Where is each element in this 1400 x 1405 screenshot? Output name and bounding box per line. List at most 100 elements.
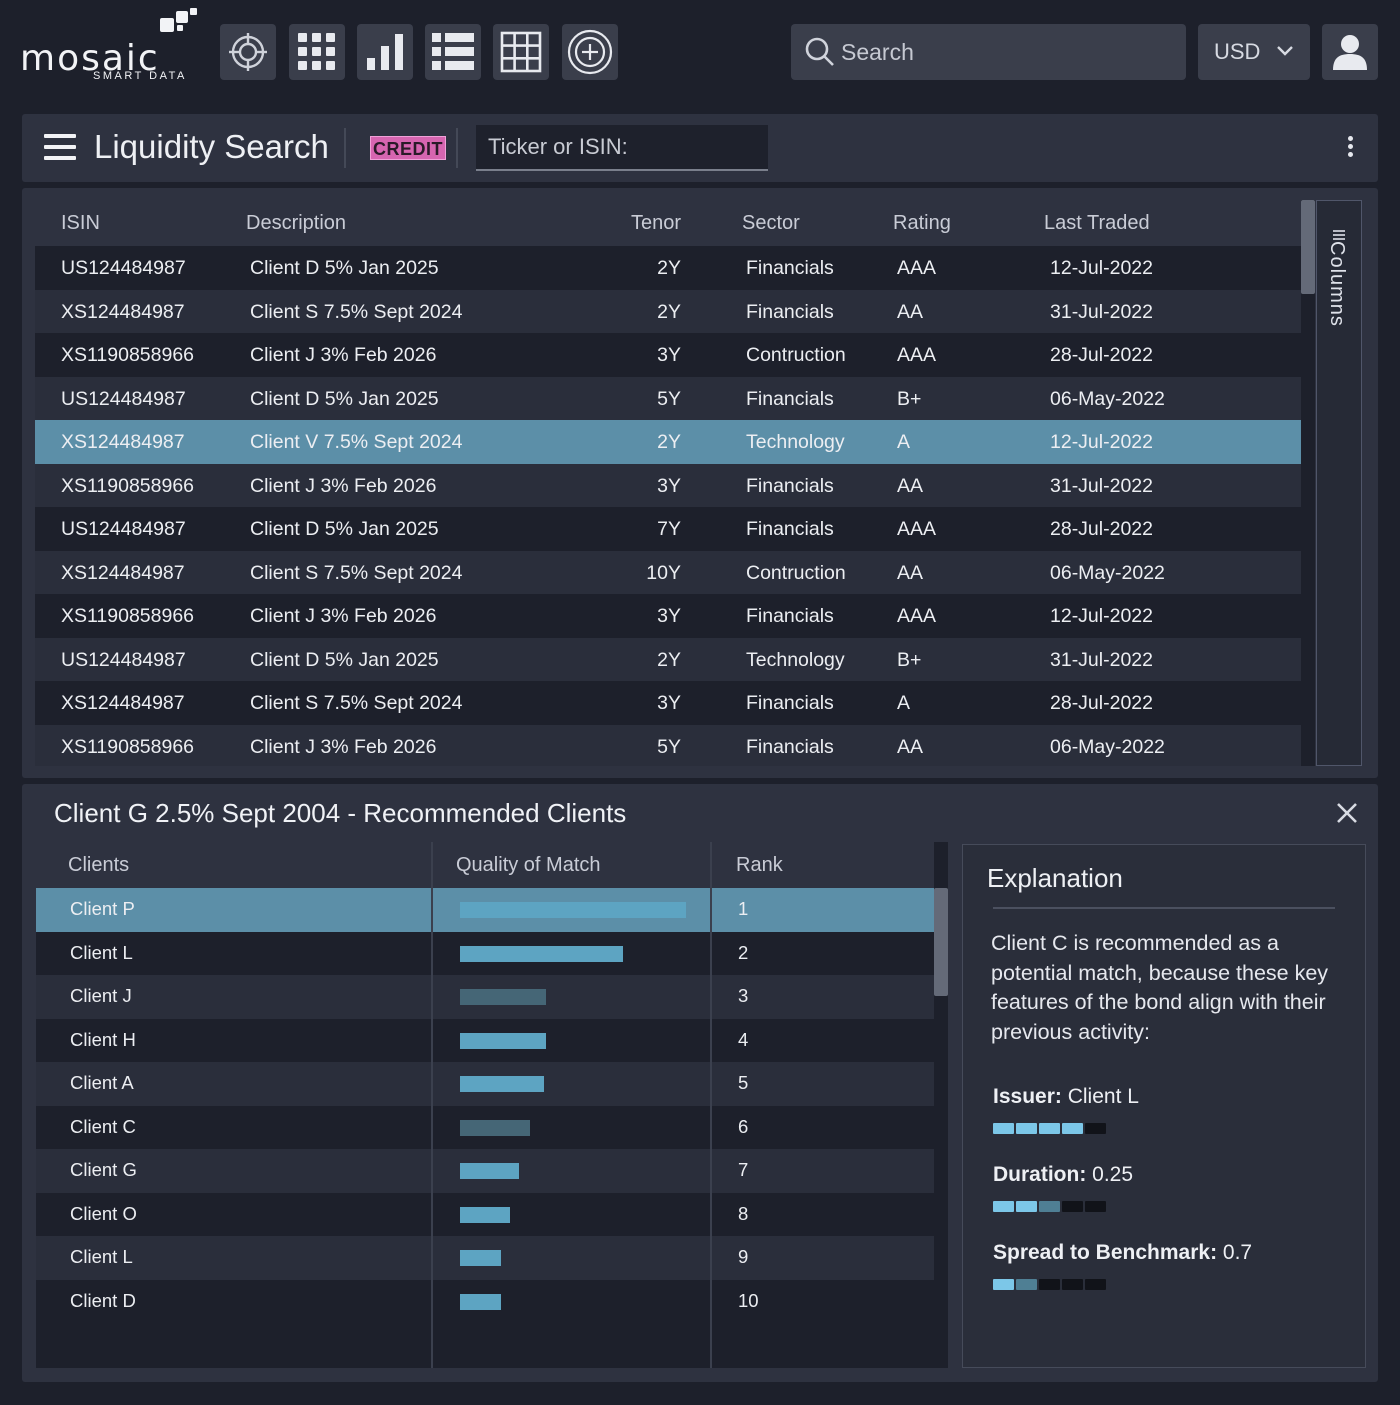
currency-select[interactable]: USD xyxy=(1198,24,1310,80)
clients-table: Clients Quality of Match Rank Client P1C… xyxy=(36,842,948,1368)
cell-isin: XS124484987 xyxy=(61,300,185,323)
feature-value: 0.25 xyxy=(1092,1163,1134,1186)
bond-row[interactable]: US124484987 Client D 5% Jan 2025 5Y Financi… xyxy=(35,376,1301,420)
strength-pip xyxy=(1016,1201,1037,1212)
cell-last-traded: 06-May-2022 xyxy=(1050,735,1165,758)
table-icon xyxy=(500,31,542,73)
cell-client-name: Client P xyxy=(70,898,135,919)
feature-value: Client L xyxy=(1067,1085,1139,1108)
quality-match-bar xyxy=(460,1293,501,1310)
cell-isin: XS124484987 xyxy=(61,431,185,453)
client-row[interactable]: Client D 10 xyxy=(36,1279,948,1323)
credit-badge: CREDIT xyxy=(370,136,446,160)
strength-pip xyxy=(1016,1279,1037,1290)
bond-row[interactable]: US124484987 Client D 5% Jan 2025 2Y Financi… xyxy=(35,246,1301,290)
cell-client-name: Client C xyxy=(70,1115,136,1137)
strength-pip xyxy=(1062,1123,1083,1134)
column-header-tenor[interactable]: Tenor xyxy=(631,212,681,235)
column-header-description[interactable]: Description xyxy=(246,212,346,235)
cell-rating: B+ xyxy=(897,387,922,410)
add-circle-button[interactable] xyxy=(562,24,618,80)
hamburger-menu-icon[interactable] xyxy=(44,134,76,162)
cell-client-name: Client D xyxy=(70,1289,136,1311)
crosshair-tool-button[interactable] xyxy=(220,24,276,80)
bond-row[interactable]: XS1190858966 Client J 3% Feb 2026 5Y Financ… xyxy=(35,724,1301,766)
bond-row[interactable]: XS1190858966 Client J 3% Feb 2026 3Y Contru… xyxy=(35,333,1301,377)
table-view-button[interactable] xyxy=(493,24,549,80)
liquidity-search-header: Liquidity Search CREDIT xyxy=(22,114,1378,182)
bond-row[interactable]: US124484987 Client D 5% Jan 2025 2Y Technol… xyxy=(35,637,1301,681)
quality-match-bar xyxy=(460,902,686,918)
cell-client-name: Client A xyxy=(70,1072,134,1093)
quality-match-bar xyxy=(460,1250,501,1266)
bond-table-scroll-thumb[interactable] xyxy=(1301,200,1315,294)
cell-rank: 10 xyxy=(738,1289,759,1311)
client-row[interactable]: Client H 4 xyxy=(36,1018,948,1062)
bar-chart-icon xyxy=(367,34,403,70)
cell-tenor: 2Y xyxy=(657,648,681,671)
strength-pip xyxy=(1062,1201,1083,1212)
column-header-quality[interactable]: Quality of Match xyxy=(456,854,601,877)
bond-row[interactable]: XS124484987 Client S 7.5% Sept 2024 3Y Fina… xyxy=(35,681,1301,725)
column-header-last-traded[interactable]: Last Traded xyxy=(1044,212,1150,235)
cell-rank: 3 xyxy=(738,985,749,1006)
logo-subtitle: SMART DATA xyxy=(93,70,187,82)
client-row[interactable]: Client O 8 xyxy=(36,1192,948,1236)
cell-rank: 7 xyxy=(738,1159,749,1180)
feature-line: Issuer: Client L xyxy=(993,1085,1139,1109)
cell-client-name: Client L xyxy=(70,1246,133,1267)
cell-client-name: Client J xyxy=(70,985,132,1006)
cell-last-traded: 28-Jul-2022 xyxy=(1050,692,1153,714)
user-menu-button[interactable] xyxy=(1322,24,1378,80)
global-search[interactable] xyxy=(791,24,1186,80)
cell-sector: Financials xyxy=(746,300,834,323)
cell-tenor: 3Y xyxy=(657,605,681,627)
client-row[interactable]: Client G 7 xyxy=(36,1149,948,1193)
bar-chart-button[interactable] xyxy=(357,24,413,80)
client-row[interactable]: Client A 5 xyxy=(36,1062,948,1106)
cell-sector: Contruction xyxy=(746,344,846,366)
search-icon xyxy=(805,37,834,66)
quality-match-bar xyxy=(460,1163,519,1179)
bond-row[interactable]: XS1190858966 Client J 3% Feb 2026 3Y Financ… xyxy=(35,594,1301,638)
cell-isin: XS124484987 xyxy=(61,692,185,714)
apps-grid-button[interactable] xyxy=(289,24,345,80)
column-header-isin[interactable]: ISIN xyxy=(61,212,100,235)
column-header-sector[interactable]: Sector xyxy=(742,212,800,235)
cell-rating: AA xyxy=(897,561,924,584)
more-options-icon[interactable] xyxy=(1346,136,1354,162)
column-header-clients[interactable]: Clients xyxy=(68,854,129,877)
list-view-button[interactable] xyxy=(425,24,481,80)
bond-row[interactable]: XS1190858966 Client J 3% Feb 2026 3Y Financ… xyxy=(35,463,1301,507)
clients-scroll-thumb[interactable] xyxy=(934,888,948,996)
cell-last-traded: 28-Jul-2022 xyxy=(1050,344,1153,366)
cell-rank: 5 xyxy=(738,1072,749,1093)
bond-row[interactable]: XS124484987 Client S 7.5% Sept 2024 2Y Fina… xyxy=(35,289,1301,333)
columns-side-tab[interactable]: Columns xyxy=(1316,200,1362,766)
cell-description: Client D 5% Jan 2025 xyxy=(250,387,439,410)
ticker-isin-input[interactable] xyxy=(476,125,768,171)
bond-row[interactable]: XS124484987 Client S 7.5% Sept 2024 10Y Con… xyxy=(35,550,1301,594)
bond-table-panel: ISIN Description Tenor Sector Rating Las… xyxy=(22,188,1378,778)
client-row-selected[interactable]: Client P 1 xyxy=(36,888,948,932)
client-row[interactable]: Client C 6 xyxy=(36,1105,948,1149)
page-title: Liquidity Search xyxy=(94,128,329,165)
strength-pip xyxy=(1039,1123,1060,1134)
logo-mark-icon xyxy=(160,8,197,32)
cell-client-name: Client G xyxy=(70,1159,137,1180)
column-header-rating[interactable]: Rating xyxy=(893,212,951,235)
client-row[interactable]: Client L 9 xyxy=(36,1236,948,1280)
quality-match-bar xyxy=(460,989,546,1005)
strength-pip xyxy=(1039,1279,1060,1290)
close-icon[interactable] xyxy=(1336,802,1358,824)
cell-sector: Financials xyxy=(746,518,834,540)
bond-row[interactable]: US124484987 Client D 5% Jan 2025 7Y Financi… xyxy=(35,507,1301,551)
search-input[interactable] xyxy=(841,24,1171,80)
bond-row-selected[interactable]: XS124484987 Client V 7.5% Sept 2024 2Y Tech… xyxy=(35,420,1301,464)
client-row[interactable]: Client L 2 xyxy=(36,931,948,975)
column-header-rank[interactable]: Rank xyxy=(736,854,783,877)
client-row[interactable]: Client J 3 xyxy=(36,975,948,1019)
strength-pip xyxy=(1016,1123,1037,1134)
cell-sector: Financials xyxy=(746,692,834,714)
add-circle-icon xyxy=(567,29,613,75)
